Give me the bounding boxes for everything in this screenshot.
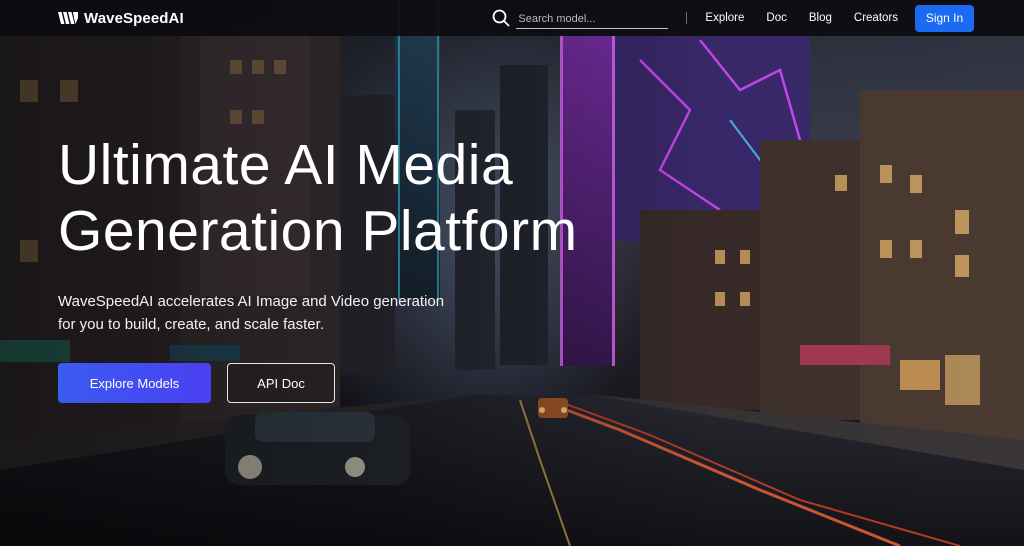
top-navbar: WaveSpeedAI Explore Doc Blog Creators Si… [0,0,1024,36]
nav-link-creators[interactable]: Creators [854,12,898,24]
search-icon[interactable] [492,9,510,27]
wavespeed-logo-icon [58,12,78,24]
hero-subtitle: WaveSpeedAI accelerates AI Image and Vid… [58,290,498,336]
explore-models-button[interactable]: Explore Models [58,363,211,403]
api-doc-button[interactable]: API Doc [227,363,335,403]
header-right: Explore Doc Blog Creators Sign In [492,4,974,32]
brand-logo[interactable]: WaveSpeedAI [58,10,184,27]
search-box [492,7,669,29]
hero-title: Ultimate AI Media Generation Platform [58,132,678,264]
hero-subtitle-line-2: for you to build, create, and scale fast… [58,316,324,333]
nav-divider [686,12,688,24]
nav-link-explore[interactable]: Explore [705,12,744,24]
nav-link-doc[interactable]: Doc [766,12,786,24]
nav-link-blog[interactable]: Blog [809,12,832,24]
search-input[interactable] [516,7,669,29]
hero-title-line-2: Generation Platform [58,199,578,263]
hero-actions: Explore Models API Doc [58,363,678,403]
brand-name: WaveSpeedAI [84,9,184,27]
sign-in-button[interactable]: Sign In [915,4,974,32]
hero-subtitle-line-1: WaveSpeedAI accelerates AI Image and Vid… [58,293,445,310]
hero-title-line-1: Ultimate AI Media [58,133,514,197]
hero-section: Ultimate AI Media Generation Platform Wa… [58,132,678,403]
